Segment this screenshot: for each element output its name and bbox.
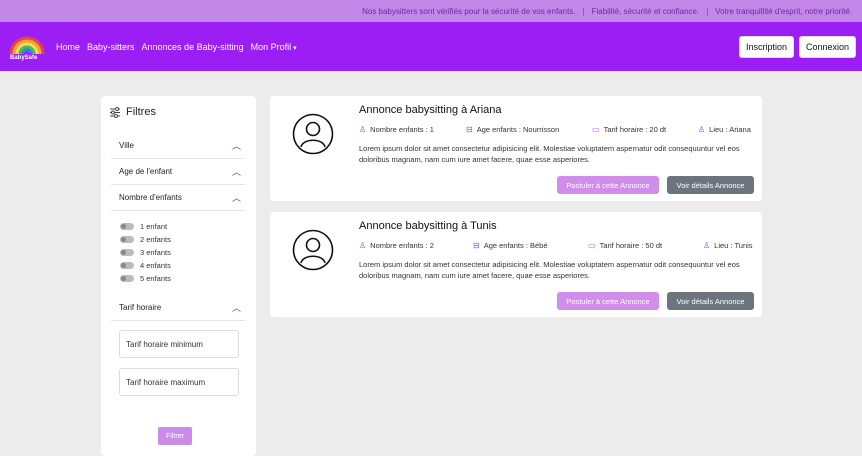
- annonce-nombre-enfants: ♙ Nombre enfants : 1: [359, 125, 434, 134]
- annonce-nombre-enfants: ♙ Nombre enfants : 2: [359, 241, 434, 250]
- annonce-nombre-enfants-text: Nombre enfants : 2: [370, 241, 434, 250]
- children-option-label: 5 enfants: [140, 274, 171, 283]
- logo-text: BabySafe: [10, 54, 38, 61]
- filter-icon: [110, 106, 120, 118]
- voir-details-button[interactable]: Voir détails Annonce: [667, 292, 754, 310]
- toggle-switch[interactable]: [120, 236, 134, 243]
- avatar-icon: [292, 229, 334, 271]
- baby-icon: ⊟: [466, 125, 473, 134]
- person-icon: ♙: [359, 125, 367, 134]
- wallet-icon: ▭: [592, 125, 600, 134]
- chevron-up-icon: ︿: [231, 303, 241, 313]
- annonce-card: Annonce babysitting à Ariana ♙ Nombre en…: [270, 96, 762, 201]
- annonce-description: Lorem ipsum dolor sit amet consectetur a…: [359, 260, 740, 280]
- wallet-icon: ▭: [588, 241, 596, 250]
- filter-section-ville[interactable]: Ville ︿: [111, 133, 245, 159]
- postuler-button[interactable]: Postuler à cette Annonce: [557, 176, 659, 194]
- filters-title: Filtres: [109, 106, 156, 118]
- toggle-switch[interactable]: [120, 262, 134, 269]
- annonce-nombre-enfants-text: Nombre enfants : 1: [370, 125, 434, 134]
- children-option-1[interactable]: 1 enfant: [120, 221, 167, 232]
- avatar-icon: [292, 113, 334, 155]
- chevron-up-icon: ︿: [231, 167, 241, 177]
- toggle-switch[interactable]: [120, 223, 134, 230]
- topbar-separator-2: |: [706, 6, 709, 16]
- children-option-label: 3 enfants: [140, 248, 171, 257]
- annonce-title: Annonce babysitting à Ariana: [359, 104, 502, 116]
- topbar-message-2: Fiabilité, sécurité et confiance.: [591, 6, 700, 16]
- baby-icon: ⊟: [473, 241, 480, 250]
- annonce-card: Annonce babysitting à Tunis ♙ Nombre enf…: [270, 212, 762, 317]
- children-option-2[interactable]: 2 enfants: [120, 234, 171, 245]
- nav-annonces[interactable]: Annonces de Baby-sitting: [142, 42, 244, 52]
- nav-mon-profil[interactable]: Mon Profil ▾: [251, 42, 297, 52]
- brand-logo[interactable]: BabySafe: [8, 28, 46, 66]
- nav-mon-profil-label: Mon Profil: [250, 41, 292, 52]
- annonce-tarif: ▭ Tarif horaire : 50 dt: [588, 241, 662, 250]
- filters-title-text: Filtres: [126, 106, 156, 118]
- chevron-up-icon: ︿: [231, 193, 241, 203]
- filter-section-tarif-label: Tarif horaire: [119, 303, 162, 312]
- filters-sidebar: Filtres Ville ︿ Age de l'enfant ︿ Nombre…: [101, 96, 256, 456]
- annonce-lieu: ♙ Lieu : Tunis: [703, 241, 753, 250]
- annonce-tarif-text: Tarif horaire : 20 dt: [603, 125, 667, 134]
- topbar-message-1: Nos babysitters sont vérifiés pour la sé…: [362, 6, 576, 16]
- filter-section-age[interactable]: Age de l'enfant ︿: [111, 159, 245, 185]
- topbar-separator-1: |: [582, 6, 585, 16]
- annonce-age-enfants: ⊟ Age enfants : Nourrisson: [466, 125, 559, 134]
- nav-babysitters[interactable]: Baby-sitters: [87, 42, 135, 52]
- auth-buttons: Inscription Connexion: [738, 36, 856, 58]
- voir-details-button[interactable]: Voir détails Annonce: [667, 176, 754, 194]
- postuler-button[interactable]: Postuler à cette Annonce: [557, 292, 659, 310]
- annonce-age-enfants-text: Age enfants : Bébé: [483, 241, 548, 250]
- filter-section-nombre-enfants[interactable]: Nombre d'enfants ︿: [111, 185, 245, 211]
- nav-home[interactable]: Home: [56, 42, 80, 52]
- children-option-label: 2 enfants: [140, 235, 171, 244]
- filter-button[interactable]: Filtrer: [158, 427, 192, 445]
- location-icon: ♙: [698, 125, 706, 134]
- chevron-up-icon: ︿: [231, 141, 241, 151]
- children-option-3[interactable]: 3 enfants: [120, 247, 171, 258]
- top-info-bar: Nos babysitters sont vérifiés pour la sé…: [0, 0, 862, 22]
- filter-section-age-label: Age de l'enfant: [119, 167, 173, 176]
- annonce-tarif: ▭ Tarif horaire : 20 dt: [592, 125, 666, 134]
- main-navbar: BabySafe Home Baby-sitters Annonces de B…: [0, 22, 862, 71]
- toggle-switch[interactable]: [120, 249, 134, 256]
- annonce-title: Annonce babysitting à Tunis: [359, 220, 497, 232]
- filter-section-nombre-label: Nombre d'enfants: [119, 193, 182, 202]
- annonce-tarif-text: Tarif horaire : 50 dt: [599, 241, 663, 250]
- tarif-max-input[interactable]: [119, 368, 239, 396]
- children-option-4[interactable]: 4 enfants: [120, 260, 171, 271]
- annonce-lieu: ♙ Lieu : Ariana: [698, 125, 751, 134]
- annonce-age-enfants: ⊟ Age enfants : Bébé: [473, 241, 548, 250]
- children-option-label: 1 enfant: [140, 222, 168, 231]
- chevron-down-icon: ▾: [293, 44, 297, 52]
- annonce-lieu-text: Lieu : Ariana: [709, 125, 751, 134]
- topbar-message-3: Votre tranquillité d'esprit, notre prior…: [715, 6, 852, 16]
- filter-section-ville-label: Ville: [119, 141, 134, 150]
- annonce-description: Lorem ipsum dolor sit amet consectetur a…: [359, 144, 740, 164]
- children-option-5[interactable]: 5 enfants: [120, 273, 171, 284]
- children-option-label: 4 enfants: [140, 261, 171, 270]
- toggle-switch[interactable]: [120, 275, 134, 282]
- annonce-lieu-text: Lieu : Tunis: [714, 241, 753, 250]
- tarif-min-input[interactable]: [119, 330, 239, 358]
- annonce-age-enfants-text: Age enfants : Nourrisson: [476, 125, 560, 134]
- connexion-button[interactable]: Connexion: [798, 36, 856, 58]
- person-icon: ♙: [359, 241, 367, 250]
- rainbow-logo-icon: [9, 36, 45, 54]
- filter-section-tarif[interactable]: Tarif horaire ︿: [111, 295, 245, 321]
- location-icon: ♙: [703, 241, 711, 250]
- inscription-button[interactable]: Inscription: [738, 36, 794, 58]
